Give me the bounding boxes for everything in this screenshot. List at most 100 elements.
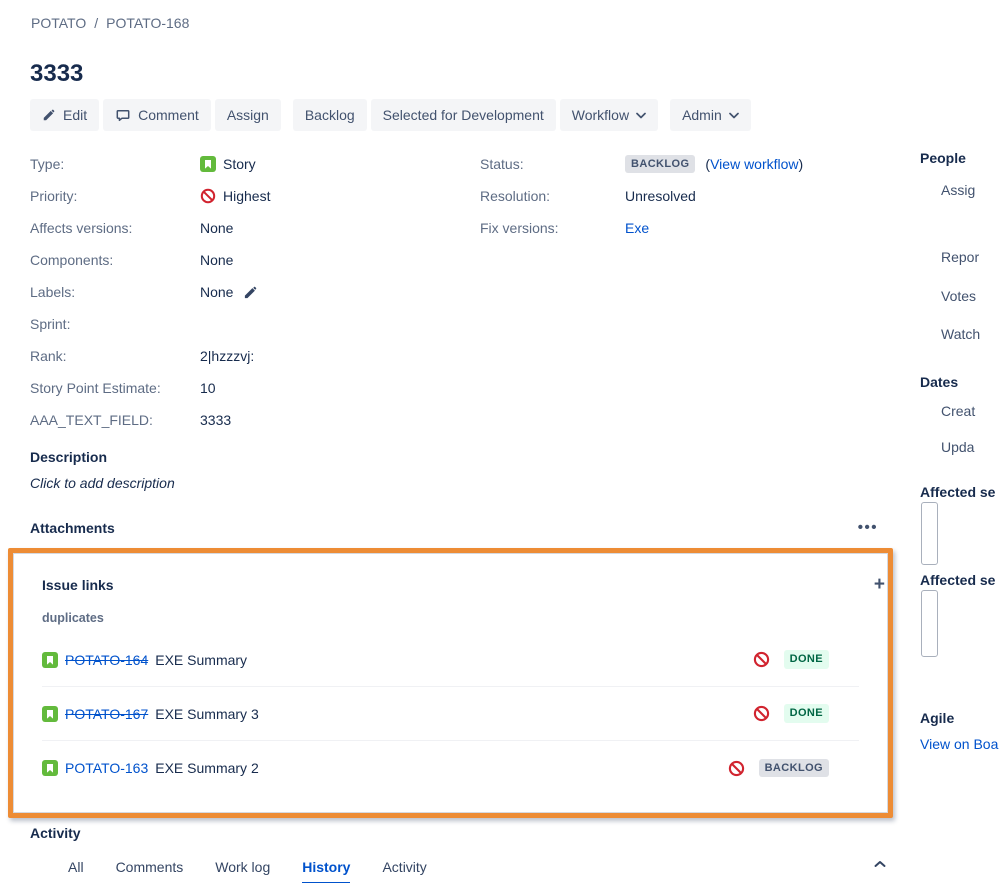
- view-workflow-link[interactable]: View workflow: [710, 156, 798, 172]
- updated-label: Upda: [941, 439, 975, 455]
- issue-key-link[interactable]: POTATO-163: [65, 760, 148, 776]
- link-group-label: duplicates: [42, 611, 104, 625]
- tab-all[interactable]: All: [68, 859, 84, 882]
- attachments-heading: Attachments: [30, 519, 115, 536]
- tab-history[interactable]: History: [302, 859, 351, 883]
- admin-dropdown-button[interactable]: Admin: [670, 99, 751, 131]
- field-label: Sprint:: [30, 316, 71, 332]
- votes-label: Votes: [941, 288, 977, 304]
- pencil-icon: [42, 108, 56, 122]
- description-heading: Description: [30, 449, 108, 465]
- field-label: AAA_TEXT_FIELD:: [30, 412, 153, 428]
- workflow-dropdown-button[interactable]: Workflow: [559, 99, 659, 131]
- field-label: Components:: [30, 252, 114, 268]
- issue-key-link[interactable]: POTATO-167: [65, 706, 148, 722]
- tab-comments[interactable]: Comments: [116, 859, 184, 882]
- field-value: Highest: [223, 188, 271, 204]
- affected-services-heading: Affected se: [920, 572, 996, 588]
- issue-summary: EXE Summary 2: [155, 760, 259, 776]
- field-label: Fix versions:: [480, 220, 559, 236]
- admin-button-label: Admin: [682, 107, 722, 123]
- field-value: 10: [200, 380, 216, 396]
- field-value: 3333: [200, 412, 232, 428]
- issue-link-rows: POTATO-164 EXE Summary DONE POTATO-167 E…: [42, 633, 859, 795]
- comment-button-label: Comment: [138, 107, 199, 123]
- field-row-aaa-text-field: AAA_TEXT_FIELD: 3333: [30, 404, 890, 436]
- issue-status-badge: BACKLOG: [758, 758, 829, 778]
- activity-tabs: All Comments Work log History Activity: [68, 859, 427, 883]
- tab-activity[interactable]: Activity: [382, 859, 426, 882]
- jira-issue-page: POTATO / POTATO-168 3333 Edit Comment As…: [0, 0, 999, 883]
- tab-work-log[interactable]: Work log: [215, 859, 270, 882]
- chevron-down-icon: [636, 112, 646, 119]
- story-icon: [42, 760, 58, 776]
- field-row-story-point-estimate: Story Point Estimate: 10: [30, 372, 890, 404]
- field-value: None: [200, 252, 234, 268]
- breadcrumb: POTATO / POTATO-168: [31, 15, 189, 31]
- reporter-label: Repor: [941, 249, 980, 265]
- affected-services-select[interactable]: [921, 502, 938, 565]
- issue-key-link[interactable]: POTATO-164: [65, 652, 148, 668]
- page-title[interactable]: 3333: [30, 60, 83, 88]
- selected-for-development-button[interactable]: Selected for Development: [370, 99, 556, 131]
- assign-button-label: Assign: [226, 107, 269, 123]
- attachments-more-icon[interactable]: •••: [858, 519, 878, 536]
- status-badge: BACKLOG: [625, 154, 696, 174]
- created-label: Creat: [941, 403, 976, 419]
- issue-link-row: POTATO-164 EXE Summary DONE: [42, 633, 859, 687]
- issue-status-badge: DONE: [783, 650, 829, 669]
- field-label: Type:: [30, 156, 65, 172]
- agile-heading: Agile: [920, 710, 955, 726]
- fix-version-link[interactable]: Exe: [625, 220, 649, 236]
- story-icon: [42, 705, 58, 722]
- description-placeholder[interactable]: Click to add description: [30, 475, 175, 491]
- issue-links-heading: Issue links: [42, 576, 114, 593]
- breadcrumb-issue-link[interactable]: POTATO-168: [106, 15, 189, 31]
- paren-close: ): [798, 156, 804, 172]
- breadcrumb-project-link[interactable]: POTATO: [31, 15, 86, 31]
- details-right-column: Status: BACKLOG (View workflow) Resoluti…: [480, 148, 803, 244]
- field-value: Story: [223, 156, 256, 172]
- field-row-labels: Labels: None: [30, 276, 890, 308]
- priority-highest-icon: [200, 188, 216, 204]
- field-row-rank: Rank: 2|hzzzvj:: [30, 340, 890, 372]
- backlog-button-label: Backlog: [304, 107, 355, 123]
- labels-edit-pencil-icon[interactable]: [243, 285, 258, 300]
- issue-summary: EXE Summary: [155, 651, 248, 668]
- collapse-chevron-up-icon[interactable]: [874, 860, 886, 868]
- field-label: Priority:: [30, 188, 78, 204]
- field-value: None: [200, 284, 234, 300]
- priority-highest-icon: [728, 760, 745, 777]
- affected-services-heading: Affected se: [920, 484, 996, 500]
- comment-icon: [115, 107, 131, 123]
- issue-link-row: POTATO-167 EXE Summary 3 DONE: [42, 687, 859, 741]
- field-row-components: Components: None: [30, 244, 890, 276]
- add-issue-link-button[interactable]: +: [870, 575, 885, 594]
- field-row-sprint: Sprint:: [30, 308, 890, 340]
- toolbar: Edit Comment Assign Backlog Selected for…: [30, 99, 755, 131]
- attachments-section: Attachments •••: [30, 519, 878, 536]
- chevron-down-icon: [728, 112, 739, 119]
- edit-button[interactable]: Edit: [30, 99, 100, 131]
- edit-button-label: Edit: [63, 107, 88, 123]
- field-value: 2|hzzzvj:: [200, 348, 255, 364]
- activity-heading: Activity: [30, 825, 81, 841]
- dates-heading: Dates: [920, 374, 959, 390]
- backlog-button[interactable]: Backlog: [292, 99, 367, 131]
- workflow-button-label: Workflow: [571, 107, 630, 123]
- comment-button[interactable]: Comment: [103, 99, 211, 131]
- field-label: Resolution:: [480, 188, 551, 204]
- assign-button[interactable]: Assign: [214, 99, 281, 131]
- details-panel: Type: Story Priority: Highest Affects ve…: [30, 148, 890, 436]
- view-on-board-link[interactable]: View on Boa: [920, 736, 998, 752]
- issue-links-highlight-box: Issue links + duplicates POTATO-164 EXE …: [8, 548, 893, 818]
- field-label: Status:: [480, 156, 524, 172]
- watchers-label: Watch: [941, 326, 981, 342]
- field-row-resolution: Resolution: Unresolved: [480, 180, 803, 212]
- breadcrumb-separator: /: [94, 15, 99, 31]
- selected-for-development-label: Selected for Development: [382, 107, 544, 123]
- field-label: Labels:: [30, 284, 76, 300]
- field-label: Story Point Estimate:: [30, 380, 161, 396]
- affected-services-select[interactable]: [921, 590, 938, 657]
- priority-highest-icon: [753, 705, 770, 722]
